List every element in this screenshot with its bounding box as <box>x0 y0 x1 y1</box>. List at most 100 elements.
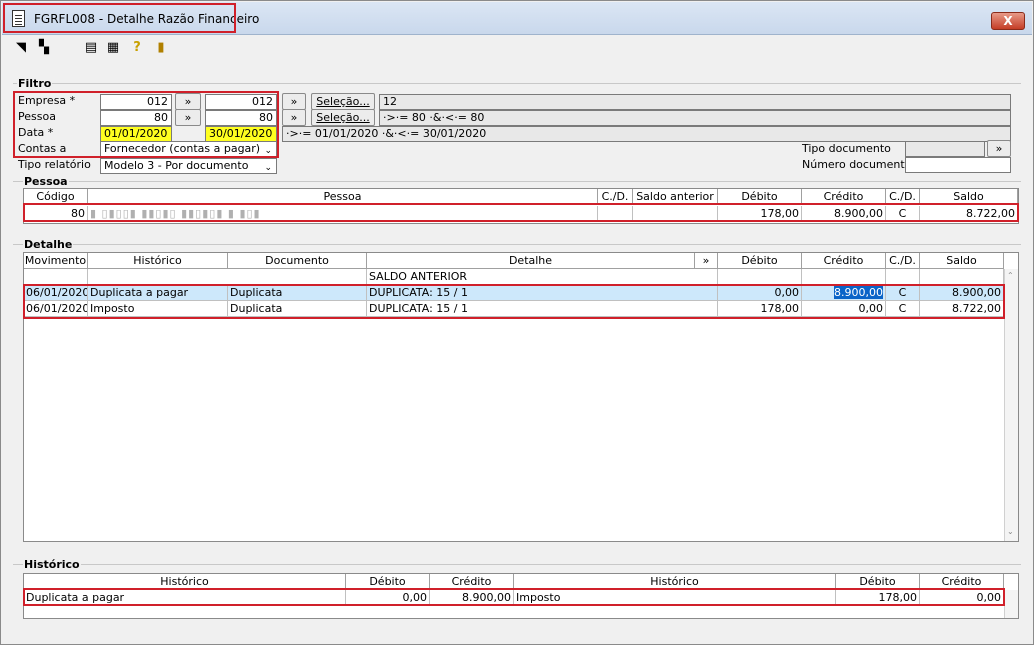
empresa-selecao-button[interactable]: Seleção... <box>311 93 375 110</box>
printer-icon[interactable]: ▤ <box>83 40 99 56</box>
cell-saldo: 8.900,00 <box>920 285 1004 301</box>
historico-group-label: Histórico <box>23 558 81 571</box>
cell-documento: Duplicata <box>228 285 367 301</box>
tipo-documento-label: Tipo documento <box>802 142 891 155</box>
empresa-label: Empresa * <box>18 94 76 107</box>
col-debito[interactable]: Débito <box>718 253 802 269</box>
cell-movimento: 06/01/2020 <box>24 285 88 301</box>
filtro-group-label: Filtro <box>17 77 53 90</box>
cell-detalhe: DUPLICATA: 15 / 1 <box>367 285 718 301</box>
col-saldo-anterior[interactable]: Saldo anterior <box>633 189 718 205</box>
col-historico[interactable]: Histórico <box>88 253 228 269</box>
col-movimento[interactable]: Movimento <box>24 253 88 269</box>
cell-cd: C <box>886 301 920 317</box>
col-documento[interactable]: Documento <box>228 253 367 269</box>
cell-historico: Imposto <box>88 301 228 317</box>
scroll-down-icon[interactable]: ⌄ <box>1007 527 1014 536</box>
empresa-summary: 12 <box>379 94 1011 110</box>
pessoa-group-label: Pessoa <box>23 175 69 188</box>
cell-debito-1: 0,00 <box>346 590 430 606</box>
cell-saldo: 8.722,00 <box>920 206 1018 222</box>
help-icon[interactable]: ? <box>129 40 145 56</box>
detalhe-expand-button[interactable]: » <box>695 253 718 269</box>
col-debito[interactable]: Débito <box>718 189 802 205</box>
calendar-grid-icon[interactable]: ▦ <box>105 40 121 56</box>
numero-documento-input[interactable] <box>905 157 1011 173</box>
exit-door-icon[interactable]: ▮ <box>153 40 169 56</box>
cell-saldo: 8.722,00 <box>920 301 1004 317</box>
col-credito[interactable]: Crédito <box>802 253 886 269</box>
cell-cd <box>598 206 633 222</box>
data-to-input[interactable]: 30/01/2020 <box>205 126 277 142</box>
col-debito-1[interactable]: Débito <box>346 574 430 590</box>
historico-scrollbar[interactable] <box>1004 590 1018 618</box>
empresa-to-expand-button[interactable]: » <box>282 93 306 110</box>
scroll-up-icon[interactable]: ⌃ <box>1007 271 1014 280</box>
col-cd2[interactable]: C./D. <box>886 189 920 205</box>
col-saldo[interactable]: Saldo <box>920 253 1004 269</box>
data-summary: ·>·= 01/01/2020 ·&·<·= 30/01/2020 <box>282 126 1011 142</box>
cell-historico-1: Duplicata a pagar <box>24 590 346 606</box>
col-cd[interactable]: C./D. <box>598 189 633 205</box>
col-credito[interactable]: Crédito <box>802 189 886 205</box>
cell-debito: 178,00 <box>718 206 802 222</box>
col-historico-1[interactable]: Histórico <box>24 574 346 590</box>
cell-debito-2: 178,00 <box>836 590 920 606</box>
col-saldo[interactable]: Saldo <box>920 189 1018 205</box>
detalhe-grid: Movimento Histórico Documento Detalhe » … <box>23 252 1019 542</box>
pessoa-to-expand-button[interactable]: » <box>282 109 306 126</box>
pessoa-expand-button[interactable]: » <box>175 109 201 126</box>
col-credito-2[interactable]: Crédito <box>920 574 1004 590</box>
empresa-to-input[interactable]: 012 <box>205 94 277 110</box>
col-pessoa[interactable]: Pessoa <box>88 189 598 205</box>
window-title: FGRFL008 - Detalhe Razão Financeiro <box>34 12 260 26</box>
col-debito-2[interactable]: Débito <box>836 574 920 590</box>
chevron-down-icon: ⌄ <box>264 146 272 156</box>
tipo-documento-input[interactable] <box>905 141 985 157</box>
cell-cd2: C <box>886 206 920 222</box>
cell-documento: Duplicata <box>228 301 367 317</box>
main-window: FGRFL008 - Detalhe Razão Financeiro X ◥ … <box>0 0 1034 645</box>
tipo-documento-expand-button[interactable]: » <box>987 140 1011 157</box>
cell-historico: Duplicata a pagar <box>88 285 228 301</box>
pessoa-from-input[interactable]: 80 <box>100 110 172 126</box>
pessoa-selecao-button[interactable]: Seleção... <box>311 109 375 126</box>
cell-debito: 178,00 <box>718 301 802 317</box>
chevron-down-icon: ⌄ <box>264 163 272 173</box>
title-bar: FGRFL008 - Detalhe Razão Financeiro X <box>2 2 1032 35</box>
tipo-relatorio-label: Tipo relatório <box>18 158 91 171</box>
document-icon <box>12 10 25 27</box>
detalhe-scrollbar[interactable]: ⌃ ⌄ <box>1004 269 1018 541</box>
historico-grid: Histórico Débito Crédito Histórico Débit… <box>23 573 1019 619</box>
col-historico-2[interactable]: Histórico <box>514 574 836 590</box>
pessoa-summary: ·>·= 80 ·&·<·= 80 <box>379 110 1011 126</box>
pessoa-label: Pessoa <box>18 110 56 123</box>
col-credito-1[interactable]: Crédito <box>430 574 514 590</box>
cell-historico-2: Imposto <box>514 590 836 606</box>
tipo-relatorio-select[interactable]: Modelo 3 - Por documento ⌄ <box>100 158 277 174</box>
pessoa-grid: Código Pessoa C./D. Saldo anterior Débit… <box>23 188 1019 224</box>
close-button[interactable]: X <box>991 12 1025 30</box>
numero-documento-label: Número documento <box>802 158 912 171</box>
cell-credito: 0,00 <box>802 301 886 317</box>
col-cd[interactable]: C./D. <box>886 253 920 269</box>
col-codigo[interactable]: Código <box>24 189 88 205</box>
detalhe-group-label: Detalhe <box>23 238 74 251</box>
data-label: Data * <box>18 126 54 139</box>
cell-detalhe: DUPLICATA: 15 / 1 <box>367 301 718 317</box>
cell-credito-1: 8.900,00 <box>430 590 514 606</box>
cell-codigo: 80 <box>24 206 88 222</box>
cell-credito[interactable]: 8.900,00 <box>802 285 886 301</box>
cell-credito: 8.900,00 <box>802 206 886 222</box>
contas-select[interactable]: Fornecedor (contas a pagar) ⌄ <box>100 141 277 157</box>
cell-saldo-anterior <box>633 206 718 222</box>
contas-label: Contas a <box>18 142 67 155</box>
data-from-input[interactable]: 01/01/2020 <box>100 126 172 142</box>
col-detalhe[interactable]: Detalhe <box>367 253 695 269</box>
empresa-expand-button[interactable]: » <box>175 93 201 110</box>
cell-debito: 0,00 <box>718 285 802 301</box>
arrow-out-icon[interactable]: ◥ <box>13 40 29 56</box>
empresa-from-input[interactable]: 012 <box>100 94 172 110</box>
pessoa-to-input[interactable]: 80 <box>205 110 277 126</box>
stack-icon[interactable]: ▚ <box>36 40 52 56</box>
